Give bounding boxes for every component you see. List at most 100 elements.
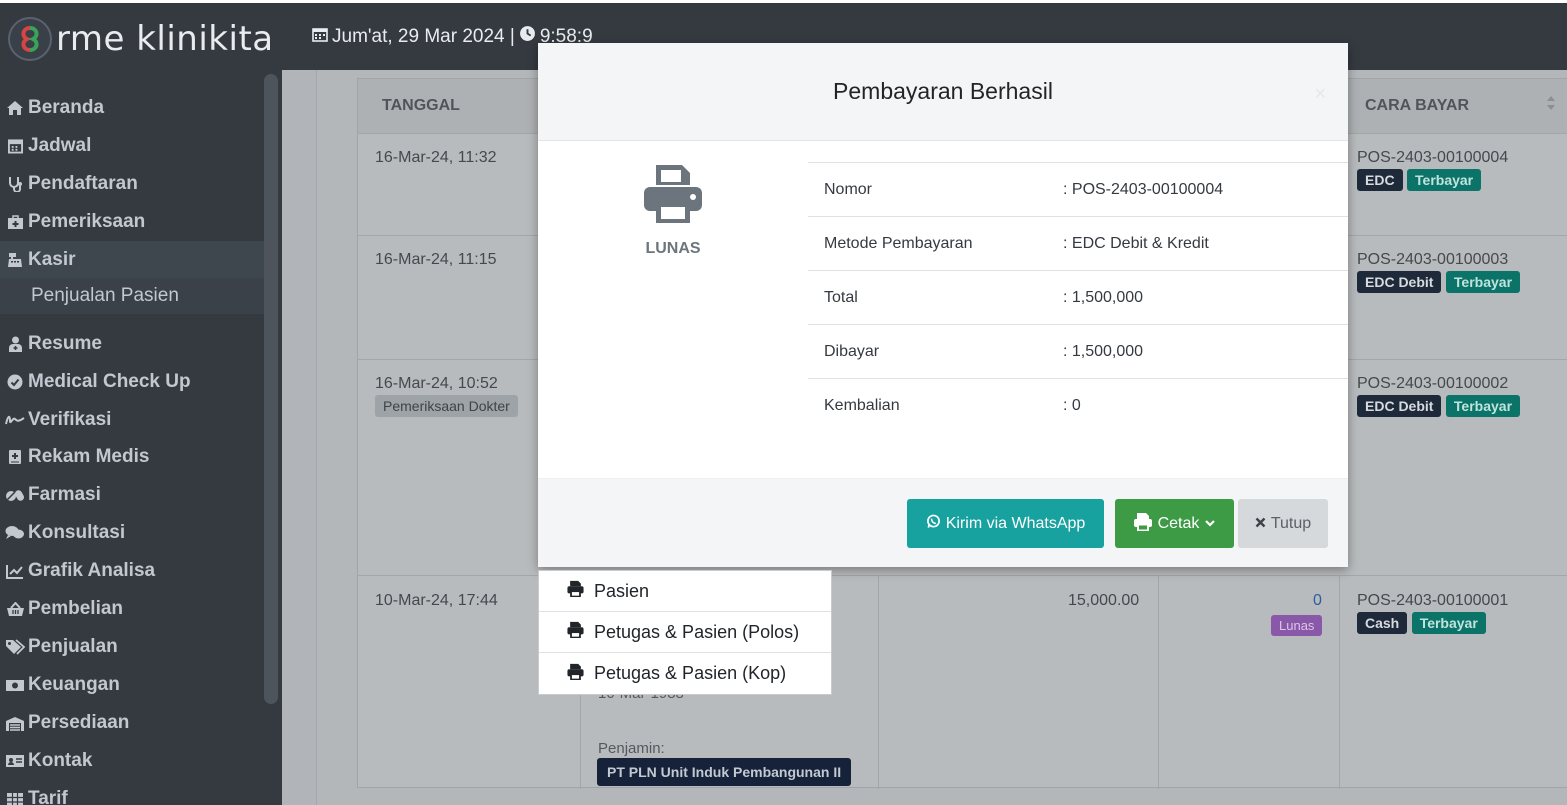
address-card-icon <box>2 754 28 768</box>
sort-icon[interactable] <box>1546 95 1556 114</box>
column-divider <box>1339 575 1340 789</box>
sidebar-item-pendaftaran[interactable]: Pendaftaran <box>0 165 264 203</box>
sidebar-item-label: Kasir <box>28 249 76 270</box>
row-date: 16-Mar-24, 11:15 <box>375 251 497 268</box>
detail-value: : 1,500,000 <box>1063 288 1144 306</box>
lunas-badge: Lunas <box>1271 615 1323 636</box>
sidebar-item-label: Rekam Medis <box>28 446 150 467</box>
detail-key: Total <box>824 288 858 306</box>
detail-key: Kembalian <box>824 396 900 414</box>
payment-cell: POS-2403-00100003 EDC Debit Terbayar <box>1357 251 1521 293</box>
sidebar-item-label: Penjualan <box>28 636 118 657</box>
invoice-number: POS-2403-00100003 <box>1357 251 1509 268</box>
payment-status-label: LUNAS <box>645 240 701 257</box>
column-header-cara-bayar[interactable]: CARA BAYAR <box>1365 97 1469 115</box>
payment-status-block: LUNAS <box>618 161 728 258</box>
pills-icon <box>2 488 28 502</box>
check-circle-icon <box>2 374 28 390</box>
detail-value: : 0 <box>1063 396 1081 414</box>
tags-icon <box>2 639 28 655</box>
sidebar-item-label: Grafik Analisa <box>28 560 156 581</box>
payment-method-badge: EDC Debit <box>1357 395 1442 417</box>
sidebar-item-kasir[interactable]: Kasir <box>0 241 264 279</box>
row-date-cell: 16-Mar-24, 10:52 Pemeriksaan Dokter <box>375 375 518 417</box>
sidebar-item-resume[interactable]: Resume <box>0 325 264 363</box>
modal-title: Pembayaran Berhasil <box>833 78 1053 104</box>
print-option-pasien[interactable]: Pasien <box>539 571 831 612</box>
detail-key: Nomor <box>824 180 873 198</box>
modal-footer: Kirim via WhatsApp Cetak Tutup <box>538 478 1348 567</box>
sidebar-item-label: Kontak <box>28 750 93 771</box>
sidebar-item-label: Jadwal <box>28 135 92 156</box>
sidebar-item-label: Medical Check Up <box>28 371 191 392</box>
column-divider <box>878 575 879 789</box>
sidebar-item-beranda[interactable]: Beranda <box>0 89 264 127</box>
print-option-petugas-pasien-polos[interactable]: Petugas & Pasien (Polos) <box>539 612 831 653</box>
payment-cell: POS-2403-00100001 Cash Terbayar <box>1357 592 1508 634</box>
invoice-number: POS-2403-00100001 <box>1357 592 1509 609</box>
sidebar-subitem-penjualan-pasien[interactable]: Penjualan Pasien <box>0 278 264 314</box>
visit-type-badge: Pemeriksaan Dokter <box>375 395 518 417</box>
times-icon <box>1255 515 1266 533</box>
basket-icon <box>2 601 28 617</box>
sidebar-item-label: Farmasi <box>28 484 101 505</box>
sidebar-item-pembelian[interactable]: Pembelian <box>0 590 264 628</box>
sidebar-item-jadwal[interactable]: Jadwal <box>0 127 264 165</box>
print-option-petugas-pasien-kop[interactable]: Petugas & Pasien (Kop) <box>539 653 831 694</box>
print-dropdown-button[interactable]: Cetak <box>1115 499 1234 548</box>
close-label: Tutup <box>1270 514 1312 532</box>
chevron-down-icon <box>1204 515 1216 533</box>
sidebar-item-verifikasi[interactable]: Verifikasi <box>0 401 264 439</box>
sidebar-item-persediaan[interactable]: Persediaan <box>0 704 264 742</box>
payment-method-badge: EDC <box>1357 169 1403 191</box>
send-whatsapp-label: Kirim via WhatsApp <box>945 514 1086 532</box>
calendar-icon <box>312 26 328 48</box>
column-header-tanggal[interactable]: TANGGAL <box>382 97 460 115</box>
sidebar-item-kontak[interactable]: Kontak <box>0 742 264 780</box>
menu-item-label: Pasien <box>594 580 650 601</box>
payment-cell: POS-2403-00100004 EDC Terbayar <box>1357 149 1508 191</box>
first-aid-icon <box>2 214 28 230</box>
payment-details-table: Nomor : POS-2403-00100004 Metode Pembaya… <box>808 162 1348 432</box>
payment-status-badge: Terbayar <box>1411 612 1486 634</box>
sidebar-item-konsultasi[interactable]: Konsultasi <box>0 514 264 552</box>
calendar-icon <box>2 138 28 154</box>
sidebar-item-label: Tarif <box>28 788 68 805</box>
sidebar-item-label: Pemeriksaan <box>28 211 146 232</box>
chart-line-icon <box>2 564 28 579</box>
sidebar-item-grafik-analisa[interactable]: Grafik Analisa <box>0 552 264 590</box>
sidebar-scrollbar[interactable] <box>264 74 278 704</box>
row-date: 16-Mar-24, 11:32 <box>375 149 497 166</box>
close-button[interactable]: Tutup <box>1238 499 1328 548</box>
sidebar-item-keuangan[interactable]: Keuangan <box>0 666 264 704</box>
detail-row-kembalian: Kembalian : 0 <box>808 378 1348 432</box>
user-doctor-icon <box>2 336 28 352</box>
invoice-number: POS-2403-00100002 <box>1357 375 1509 392</box>
sidebar-item-farmasi[interactable]: Farmasi <box>0 476 264 514</box>
sidebar-item-label: Beranda <box>28 97 105 118</box>
close-icon[interactable]: × <box>1314 83 1326 106</box>
payment-status-badge: Terbayar <box>1445 271 1521 293</box>
sidebar-item-penjualan[interactable]: Penjualan <box>0 628 264 666</box>
sidebar-item-rekam-medis[interactable]: Rekam Medis <box>0 438 264 476</box>
row-amount: 15,000.00 <box>1068 592 1140 609</box>
send-whatsapp-button[interactable]: Kirim via WhatsApp <box>907 499 1104 548</box>
printer-icon <box>640 165 706 231</box>
payment-cell: POS-2403-00100002 EDC Debit Terbayar <box>1357 375 1521 417</box>
detail-key: Metode Pembayaran <box>824 234 973 252</box>
brand[interactable]: rme klinikita <box>0 6 282 73</box>
sidebar-item-label: Pembelian <box>28 598 124 619</box>
detail-value: : EDC Debit & Kredit <box>1063 234 1209 252</box>
print-icon <box>566 580 585 602</box>
grid-icon <box>2 792 28 805</box>
cash-register-icon <box>2 252 28 268</box>
menu-item-label: Petugas & Pasien (Kop) <box>594 663 787 683</box>
sidebar-item-tarif[interactable]: Tarif <box>0 780 264 805</box>
sidebar-item-label: Penjualan Pasien <box>31 285 179 306</box>
sidebar-item-pemeriksaan[interactable]: Pemeriksaan <box>0 203 264 241</box>
penjamin-badge: PT PLN Unit Induk Pembangunan II <box>597 758 852 786</box>
payment-success-modal: Pembayaran Berhasil × LUNAS Nomor : POS-… <box>538 43 1348 567</box>
sidebar-item-medical-check-up[interactable]: Medical Check Up <box>0 363 264 401</box>
payment-method-badge: EDC Debit <box>1357 271 1442 293</box>
print-icon <box>566 621 585 643</box>
